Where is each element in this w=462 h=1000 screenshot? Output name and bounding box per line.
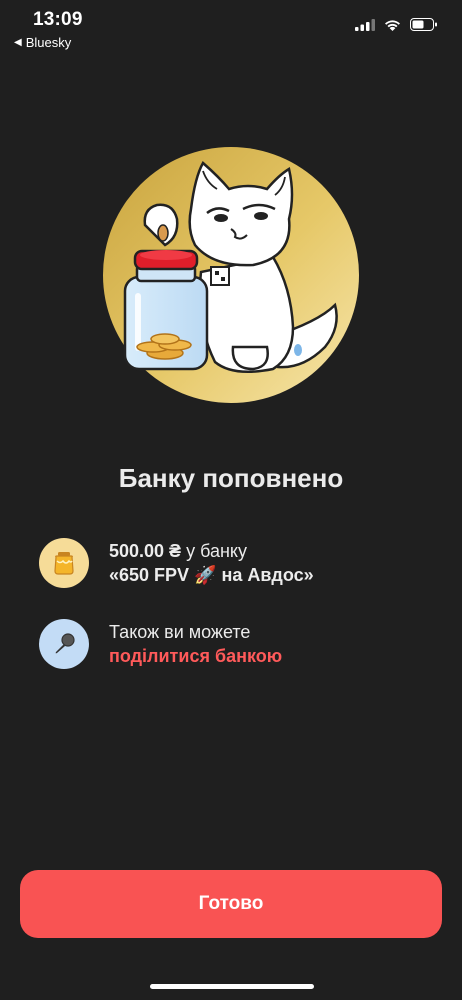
microphone-icon — [39, 619, 89, 669]
share-text: Також ви можете поділитися банкою — [109, 620, 282, 668]
share-jar-link[interactable]: поділитися банкою — [109, 644, 282, 668]
battery-icon — [410, 18, 437, 31]
status-time: 13:09 — [33, 9, 83, 30]
back-to-app-link[interactable]: ◀ Bluesky — [14, 35, 71, 50]
back-app-label: Bluesky — [25, 35, 72, 50]
deposit-amount-suffix: у банку — [181, 541, 247, 561]
done-button[interactable]: Готово — [20, 870, 442, 938]
deposit-text: 500.00 ₴ у банку «650 FPV 🚀 на Авдос» — [109, 539, 314, 587]
back-triangle-icon: ◀ — [14, 37, 22, 48]
home-indicator — [150, 984, 314, 989]
system-icons — [355, 18, 438, 31]
share-info-row: Також ви можете поділитися банкою — [39, 619, 439, 669]
wifi-icon — [385, 19, 400, 31]
page-title: Банку поповнено — [118, 463, 344, 493]
honey-jar-icon — [39, 538, 89, 588]
hero-illustration — [103, 147, 359, 403]
jar-name: «650 FPV 🚀 на Авдос» — [109, 565, 314, 585]
share-label: Також ви можете — [109, 622, 251, 642]
deposit-amount: 500.00 ₴ — [109, 541, 182, 561]
status-bar: 13:09 ◀ Bluesky — [0, 0, 462, 56]
deposit-info-row: 500.00 ₴ у банку «650 FPV 🚀 на Авдос» — [39, 538, 439, 588]
cellular-icon — [355, 18, 375, 31]
